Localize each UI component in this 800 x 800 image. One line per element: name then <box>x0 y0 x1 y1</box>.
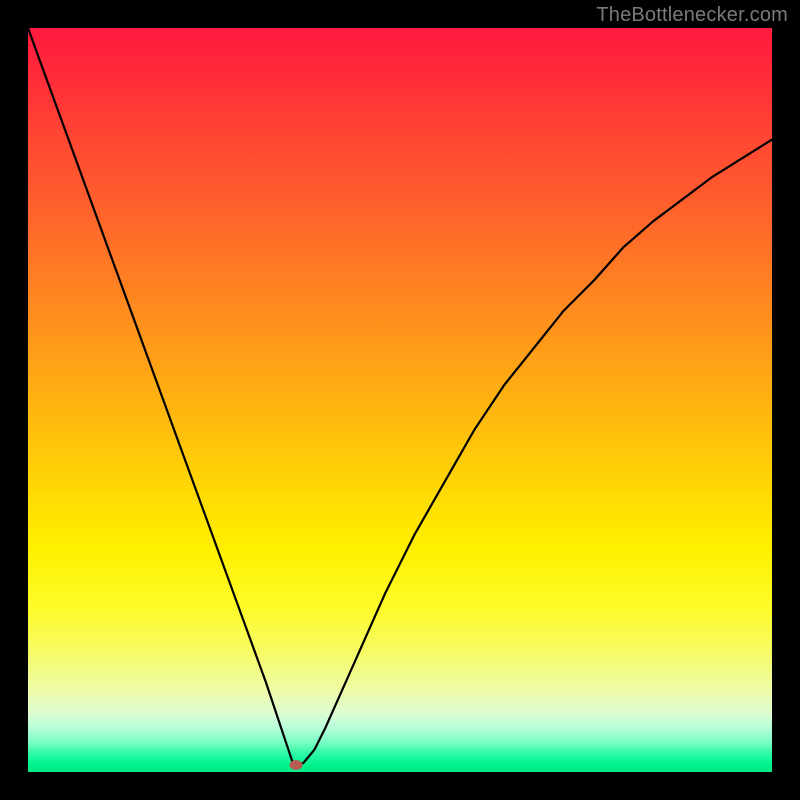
bottleneck-curve <box>28 28 772 772</box>
optimal-point-marker <box>289 760 302 770</box>
plot-area <box>28 28 772 772</box>
watermark-text: TheBottlenecker.com <box>596 4 788 27</box>
curve-path <box>28 28 772 765</box>
chart-frame: TheBottlenecker.com <box>0 0 800 800</box>
